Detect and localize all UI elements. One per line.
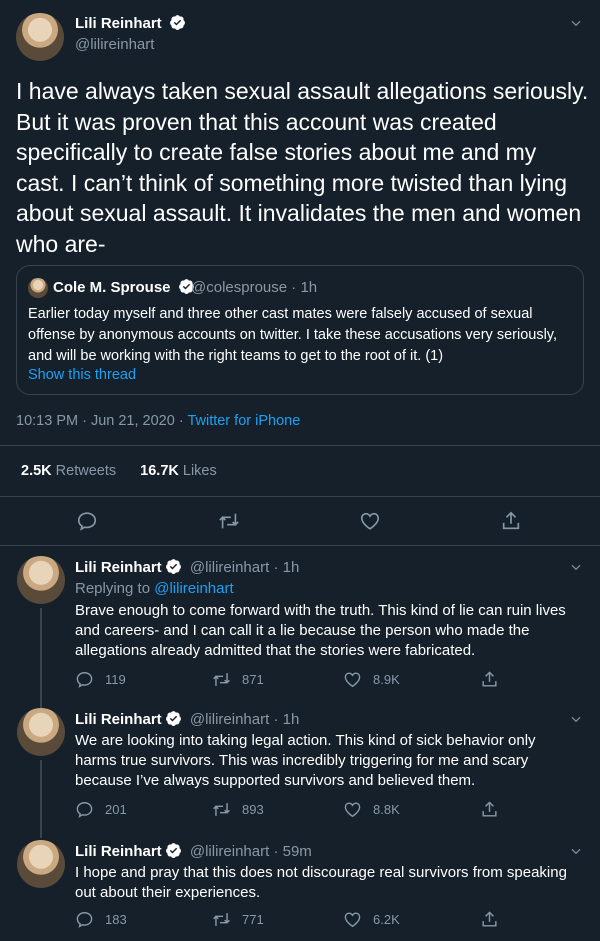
handle-time[interactable]: @lilireinhart · 1h xyxy=(190,559,299,576)
reply-header: Lili Reinhart @lilireinhart · 59m xyxy=(75,842,312,860)
tweet-stats: 2.5K Retweets 16.7K Likes xyxy=(21,463,217,479)
verified-badge-icon xyxy=(169,14,186,31)
retweet-icon xyxy=(212,800,231,819)
divider xyxy=(0,445,600,446)
avatar[interactable] xyxy=(16,13,64,61)
retweet-icon[interactable] xyxy=(218,510,240,532)
likes-label: Likes xyxy=(178,463,217,479)
chevron-down-icon[interactable] xyxy=(569,16,583,30)
reply-button[interactable]: 119 xyxy=(75,670,126,689)
reply-actions: 119 871 8.9K xyxy=(75,670,515,690)
retweet-count: 771 xyxy=(242,912,264,927)
quoted-tweet[interactable]: Cole M. Sprouse @colesprouse · 1h Earlie… xyxy=(16,265,584,395)
reply-header: Lili Reinhart @lilireinhart · 1h xyxy=(75,558,299,576)
share-button[interactable] xyxy=(480,670,499,689)
reply-button[interactable]: 183 xyxy=(75,910,127,929)
retweet-button[interactable]: 771 xyxy=(212,910,264,929)
likes-count: 16.7K xyxy=(140,463,179,479)
reply-icon xyxy=(75,910,94,929)
verified-badge-icon xyxy=(165,558,182,575)
like-button[interactable]: 8.9K xyxy=(343,670,400,689)
share-icon xyxy=(480,800,499,819)
reply-header: Lili Reinhart @lilireinhart · 1h xyxy=(75,710,299,728)
reply-icon xyxy=(75,670,94,689)
source-link[interactable]: Twitter for iPhone xyxy=(187,413,300,429)
replying-to: Replying to @lilireinhart xyxy=(75,580,234,597)
author-name[interactable]: Lili Reinhart xyxy=(75,14,186,32)
reply-text: I hope and pray that this does not disco… xyxy=(75,864,567,901)
author-handle[interactable]: @lilireinhart xyxy=(75,36,154,53)
retweet-button[interactable]: 871 xyxy=(212,670,264,689)
share-icon[interactable] xyxy=(500,510,522,532)
like-icon xyxy=(343,670,362,689)
quoted-handle-time: @colesprouse · 1h xyxy=(191,279,318,296)
author-name[interactable]: Lili Reinhart xyxy=(75,559,162,576)
divider xyxy=(0,496,600,497)
chevron-down-icon[interactable] xyxy=(569,560,583,574)
handle-time[interactable]: @lilireinhart · 1h xyxy=(190,711,299,728)
verified-badge-icon xyxy=(165,842,182,859)
reply-button[interactable]: 201 xyxy=(75,800,127,819)
like-button[interactable]: 8.8K xyxy=(343,800,400,819)
share-button[interactable] xyxy=(480,910,499,929)
verified-badge-icon xyxy=(165,710,182,727)
likes-stat[interactable]: 16.7K Likes xyxy=(140,463,217,479)
reply-count: 119 xyxy=(105,672,126,687)
retweet-icon xyxy=(212,910,231,929)
reply-actions: 183 771 6.2K xyxy=(75,910,515,930)
reply-icon[interactable] xyxy=(76,510,98,532)
retweet-count: 871 xyxy=(242,672,264,687)
quoted-author-name-text: Cole M. Sprouse xyxy=(53,279,171,296)
share-button[interactable] xyxy=(480,800,499,819)
quoted-author-name: Cole M. Sprouse xyxy=(53,278,195,296)
timestamp[interactable]: 10:13 PM · Jun 21, 2020 · xyxy=(16,413,187,429)
like-icon[interactable] xyxy=(359,510,381,532)
retweets-label: Retweets xyxy=(51,463,117,479)
retweets-count: 2.5K xyxy=(21,463,52,479)
retweet-button[interactable]: 893 xyxy=(212,800,264,819)
tweet-text: I have always taken sexual assault alleg… xyxy=(16,78,589,257)
reply-text: We are looking into taking legal action.… xyxy=(75,732,536,789)
reply-text: Brave enough to come forward with the tr… xyxy=(75,602,566,659)
retweets-stat[interactable]: 2.5K Retweets xyxy=(21,463,116,479)
like-button[interactable]: 6.2K xyxy=(343,910,400,929)
share-icon xyxy=(480,910,499,929)
avatar[interactable] xyxy=(17,840,65,888)
quoted-text: Earlier today myself and three other cas… xyxy=(28,306,557,364)
reply-count: 201 xyxy=(105,802,127,817)
like-icon xyxy=(343,910,362,929)
reply-tweet[interactable]: Lili Reinhart @lilireinhart · 1h Replyin… xyxy=(0,546,600,708)
retweet-icon xyxy=(212,670,231,689)
reply-actions: 201 893 8.8K xyxy=(75,800,515,820)
chevron-down-icon[interactable] xyxy=(569,712,583,726)
reply-tweet[interactable]: Lili Reinhart @lilireinhart · 59m I hope… xyxy=(0,836,600,941)
like-count: 6.2K xyxy=(373,912,400,927)
retweet-count: 893 xyxy=(242,802,264,817)
reply-icon xyxy=(75,800,94,819)
thread-line xyxy=(40,760,42,838)
avatar[interactable] xyxy=(17,556,65,604)
author-name-text[interactable]: Lili Reinhart xyxy=(75,15,162,32)
thread-line xyxy=(40,608,42,708)
handle-time[interactable]: @lilireinhart · 59m xyxy=(190,843,312,860)
chevron-down-icon[interactable] xyxy=(569,844,583,858)
like-count: 8.8K xyxy=(373,802,400,817)
replying-to-link[interactable]: @lilireinhart xyxy=(154,580,233,597)
quoted-avatar xyxy=(28,278,48,298)
avatar[interactable] xyxy=(17,708,65,756)
tweet-meta: 10:13 PM · Jun 21, 2020 · Twitter for iP… xyxy=(16,413,300,429)
replying-prefix: Replying to xyxy=(75,580,155,597)
like-count: 8.9K xyxy=(373,672,400,687)
reply-tweet[interactable]: Lili Reinhart @lilireinhart · 1h We are … xyxy=(0,706,600,838)
show-thread-link[interactable]: Show this thread xyxy=(28,367,136,383)
share-icon xyxy=(480,670,499,689)
like-icon xyxy=(343,800,362,819)
author-name[interactable]: Lili Reinhart xyxy=(75,711,162,728)
author-name[interactable]: Lili Reinhart xyxy=(75,843,162,860)
reply-count: 183 xyxy=(105,912,127,927)
